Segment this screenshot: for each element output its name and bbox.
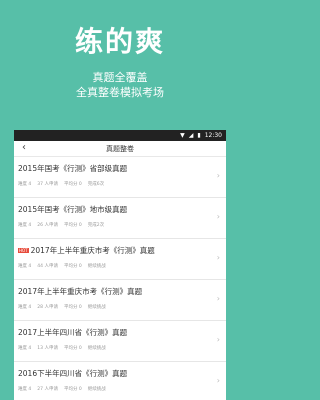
chevron-right-icon: › [216, 294, 220, 303]
item-status: 完成6次 [87, 182, 105, 187]
item-count: 37 人申请 [37, 182, 58, 187]
list-item[interactable]: 2017年上半年重庆市考《行测》真题 难度 4 28 人申请 平均分 0 继续挑… [14, 280, 226, 321]
list-item[interactable]: HOT 2017年上半年重庆市考《行测》真题 难度 4 44 人申请 平均分 0… [14, 239, 226, 280]
list-item[interactable]: 2017上半年四川省《行测》真题 难度 4 13 人申请 平均分 0 继续挑战 … [14, 321, 226, 362]
page-title: 真题整卷 [106, 144, 134, 153]
item-difficulty: 难度 4 [18, 387, 32, 392]
back-icon[interactable]: ‹ [22, 142, 26, 153]
wifi-icon: ▼ [180, 131, 185, 139]
hot-badge: HOT [18, 248, 29, 253]
item-difficulty: 难度 4 [18, 346, 32, 351]
item-status: 继续挑战 [87, 387, 106, 392]
item-title: 2015年国考《行测》地市级真题 [18, 204, 226, 215]
list-item[interactable]: 2015年国考《行测》地市级真题 难度 4 26 人申请 平均分 0 完成2次 … [14, 198, 226, 239]
item-score: 平均分 0 [63, 264, 82, 269]
item-title-text: 2017年上半年重庆市考《行测》真题 [18, 287, 143, 296]
app-bar: ‹ 真题整卷 [14, 141, 226, 157]
battery-icon: ▮ [197, 131, 201, 139]
item-status: 完成2次 [87, 223, 105, 228]
item-title: 2017年上半年重庆市考《行测》真题 [18, 286, 226, 297]
hero-title: 练的爽 [74, 25, 165, 58]
item-title: 2015年国考《行测》省部级真题 [18, 163, 226, 174]
item-status: 继续挑战 [87, 346, 106, 351]
item-score: 平均分 0 [63, 182, 82, 187]
item-title-text: 2017年上半年重庆市考《行测》真题 [30, 246, 155, 255]
hero-subtitle-1: 真题全覆盖 [92, 71, 148, 84]
item-status: 继续挑战 [87, 305, 106, 310]
item-meta: 难度 4 28 人申请 平均分 0 继续挑战 [18, 304, 226, 310]
phone-screen: ▼ ◢ ▮ 12:30 ‹ 真题整卷 2015年国考《行测》省部级真题 难度 4… [14, 130, 226, 400]
item-meta: 难度 4 44 人申请 平均分 0 继续挑战 [18, 263, 226, 269]
item-count: 13 人申请 [37, 346, 58, 351]
chevron-right-icon: › [216, 212, 220, 221]
item-title: 2017上半年四川省《行测》真题 [18, 327, 226, 338]
item-difficulty: 难度 4 [18, 264, 32, 269]
exam-list: 2015年国考《行测》省部级真题 难度 4 37 人申请 平均分 0 完成6次 … [14, 157, 226, 400]
item-count: 27 人申请 [37, 387, 58, 392]
item-count: 44 人申请 [37, 264, 58, 269]
item-score: 平均分 0 [63, 387, 82, 392]
item-title-text: 2016下半年四川省《行测》真题 [18, 369, 128, 378]
item-score: 平均分 0 [63, 305, 82, 310]
item-meta: 难度 4 26 人申请 平均分 0 完成2次 [18, 222, 226, 228]
chevron-right-icon: › [216, 335, 220, 344]
list-item[interactable]: 2016下半年四川省《行测》真题 难度 4 27 人申请 平均分 0 继续挑战 … [14, 362, 226, 400]
item-meta: 难度 4 27 人申请 平均分 0 继续挑战 [18, 386, 226, 392]
item-difficulty: 难度 4 [18, 305, 32, 310]
item-count: 26 人申请 [37, 223, 58, 228]
item-title-text: 2015年国考《行测》省部级真题 [18, 164, 128, 173]
list-item[interactable]: 2015年国考《行测》省部级真题 难度 4 37 人申请 平均分 0 完成6次 … [14, 157, 226, 198]
status-time: 12:30 [204, 132, 222, 139]
hero-subtitle-2: 全真整卷模拟考场 [76, 86, 164, 99]
item-title-text: 2015年国考《行测》地市级真题 [18, 205, 128, 214]
chevron-right-icon: › [216, 253, 220, 262]
item-score: 平均分 0 [63, 346, 82, 351]
item-status: 继续挑战 [87, 264, 106, 269]
chevron-right-icon: › [216, 376, 220, 385]
item-score: 平均分 0 [63, 223, 82, 228]
item-difficulty: 难度 4 [18, 182, 32, 187]
item-title: 2016下半年四川省《行测》真题 [18, 368, 226, 379]
item-difficulty: 难度 4 [18, 223, 32, 228]
status-bar: ▼ ◢ ▮ 12:30 [14, 130, 226, 141]
item-title-text: 2017上半年四川省《行测》真题 [18, 328, 128, 337]
item-meta: 难度 4 37 人申请 平均分 0 完成6次 [18, 181, 226, 187]
signal-icon: ◢ [188, 131, 194, 139]
item-title: HOT 2017年上半年重庆市考《行测》真题 [18, 245, 226, 256]
item-meta: 难度 4 13 人申请 平均分 0 继续挑战 [18, 345, 226, 351]
item-count: 28 人申请 [37, 305, 58, 310]
chevron-right-icon: › [216, 171, 220, 180]
